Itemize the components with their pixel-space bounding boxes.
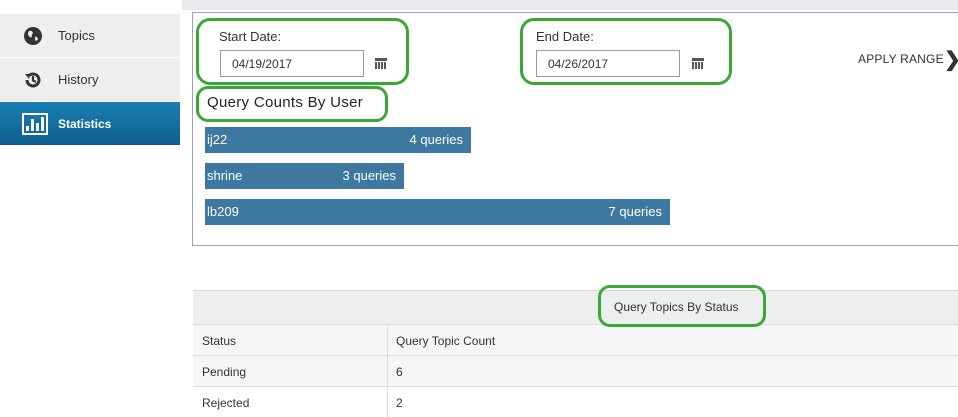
sidebar-item-label: Topics	[58, 28, 95, 43]
column-header-count[interactable]: Query Topic Count	[396, 334, 495, 348]
bar-value-label: 7 queries	[608, 204, 662, 219]
bar-ij22: ij22 4 queries	[205, 127, 471, 153]
sidebar-item-statistics[interactable]: Statistics	[0, 102, 180, 146]
calendar-icon[interactable]	[375, 57, 387, 69]
table-row[interactable]: Rejected 2	[193, 386, 958, 417]
bar-lb209: lb209 7 queries	[205, 199, 670, 225]
table-caption-row: Query Topics By Status	[193, 290, 958, 325]
bar-shrine: shrine 3 queries	[205, 163, 404, 189]
globe-icon	[22, 25, 44, 47]
table-header-row: Status Query Topic Count	[193, 324, 958, 355]
bar-label: lb209	[207, 204, 239, 219]
history-icon	[22, 69, 44, 91]
cell-count: 6	[396, 365, 403, 379]
cell-status: Rejected	[202, 396, 250, 410]
cell-status: Pending	[202, 365, 247, 379]
sidebar-item-history[interactable]: History	[0, 58, 180, 102]
calendar-icon[interactable]	[692, 57, 704, 69]
sidebar-item-topics[interactable]: Topics	[0, 14, 180, 58]
table-caption: Query Topics By Status	[614, 300, 739, 314]
sidebar-item-label: Statistics	[58, 116, 112, 131]
bar-value-label: 3 queries	[342, 168, 396, 183]
start-date-input[interactable]: 04/19/2017	[220, 50, 364, 77]
top-strip	[182, 0, 958, 10]
bar-label: ij22	[207, 132, 228, 147]
bar-value-label: 4 queries	[409, 132, 463, 147]
bar-label: shrine	[207, 168, 243, 183]
table-row[interactable]: Pending 6	[193, 355, 958, 386]
apply-range-button[interactable]: APPLY RANGE	[858, 52, 944, 66]
end-date-input[interactable]: 04/26/2017	[536, 50, 680, 77]
cell-count: 2	[396, 396, 403, 410]
start-date-label: Start Date:	[219, 29, 282, 44]
chart-title: Query Counts By User	[207, 94, 364, 111]
bar-chart-icon	[22, 112, 48, 135]
sidebar-item-label: History	[58, 72, 99, 87]
sidebar: Topics History Statistics	[0, 0, 180, 148]
chevron-right-icon[interactable]: ❯	[944, 47, 958, 72]
end-date-label: End Date:	[536, 29, 594, 44]
column-header-status[interactable]: Status	[202, 334, 236, 348]
